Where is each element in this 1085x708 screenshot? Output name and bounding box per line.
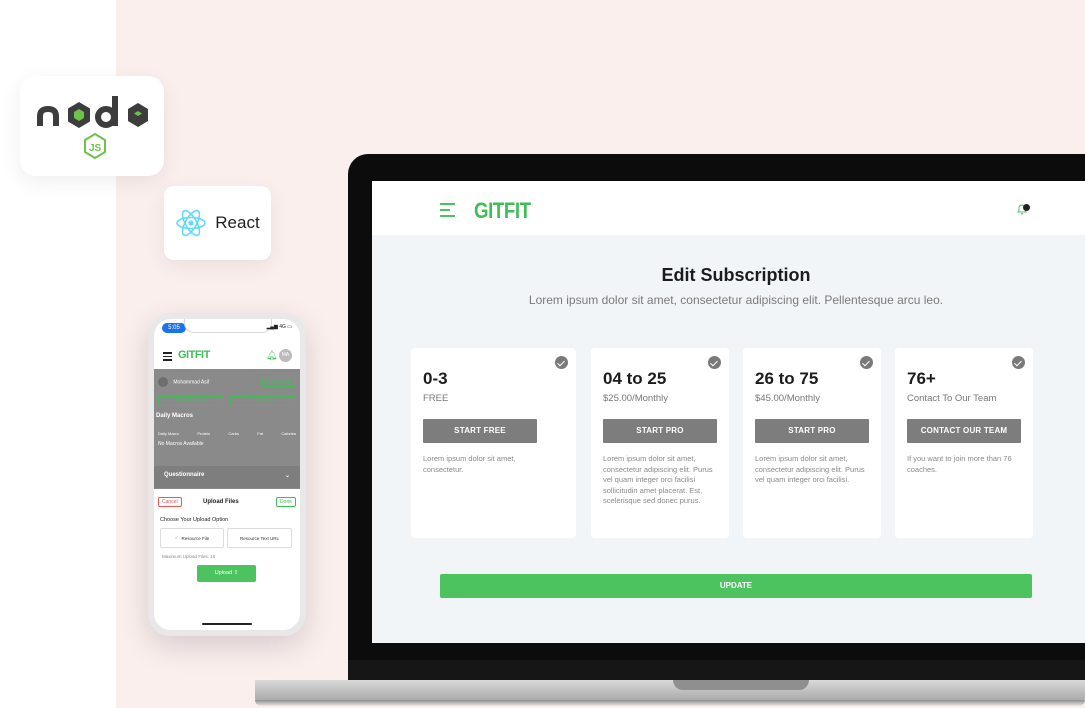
- plan-description: Lorem ipsum dolor sit amet, consectetur …: [603, 454, 713, 505]
- phone-brand-logo: GITFIT: [178, 349, 210, 361]
- plan-price: FREE: [423, 393, 449, 404]
- phone-done-button[interactable]: Done: [276, 497, 296, 507]
- plan-card-76-plus[interactable]: 76+ Contact To Our Team CONTACT OUR TEAM…: [895, 348, 1033, 538]
- phone-upload-button[interactable]: Upload ⇪: [197, 565, 256, 582]
- laptop-base: [255, 680, 1085, 702]
- nodejs-logo: JS: [37, 96, 148, 160]
- app-header: GITFIT: [372, 181, 1085, 235]
- plan-card-04-25[interactable]: 04 to 25 $25.00/Monthly START PRO Lorem …: [591, 348, 729, 538]
- phone-user-row: Mohammad Asif ✉ Message: [158, 377, 296, 387]
- plan-name: 26 to 75: [755, 369, 819, 388]
- phone-macro-empty: No Macros Available: [158, 441, 204, 447]
- brand-logo: GITFIT: [474, 198, 531, 223]
- plan-price: Contact To Our Team: [907, 393, 997, 404]
- page-title: Edit Subscription: [661, 265, 811, 285]
- phone-tabs: Daily Nutrition Checkins: [158, 396, 296, 406]
- phone-choose-label: Choose Your Upload Option: [160, 517, 229, 523]
- plan-description: Lorem ipsum dolor sit amet, consectetur.: [423, 454, 516, 474]
- plan-name: 76+: [907, 369, 936, 388]
- phone-avatar[interactable]: MA: [279, 349, 292, 362]
- phone-max-files: Maximum Upload Files: 10: [162, 554, 216, 559]
- page-subtitle: Lorem ipsum dolor sit amet, consectetur …: [528, 293, 944, 307]
- nodejs-logo-card: JS: [20, 76, 164, 176]
- phone-sheet-header: Cancel Upload Files Done: [158, 497, 296, 509]
- start-pro-button[interactable]: START PRO: [603, 419, 717, 443]
- phone-sheet-title: Upload Files: [203, 499, 239, 505]
- hamburger-menu-icon[interactable]: [440, 203, 455, 221]
- phone-macro-headers: Daily Macro Protein Carbs Fat Calories: [158, 431, 296, 436]
- phone-time: 5:05: [162, 323, 186, 333]
- react-label: React: [215, 213, 260, 232]
- phone-option-resource-file[interactable]: ✓ Resource File: [160, 528, 224, 548]
- phone-mockup: 5:05 ▂▄▆ 4G ▭ GITFIT 🔔︎ MA Mohammad Asif…: [148, 313, 306, 636]
- contact-team-button[interactable]: CONTACT OUR TEAM: [907, 419, 1021, 443]
- plan-description: If you want to join more than 76 coaches…: [907, 454, 1012, 474]
- phone-section-title: Daily Macros: [156, 413, 194, 419]
- phone-upload-sheet: Cancel Upload Files Done Choose Your Upl…: [154, 489, 300, 630]
- phone-tab-checkins[interactable]: Checkins: [230, 396, 296, 406]
- phone-macro-header: Carbs: [228, 431, 240, 436]
- plan-price: $25.00/Monthly: [603, 393, 668, 404]
- update-button[interactable]: UPDATE: [440, 574, 1032, 598]
- phone-user-name: Mohammad Asif: [173, 379, 210, 386]
- start-free-button[interactable]: START FREE: [423, 419, 537, 443]
- phone-screen: 5:05 ▂▄▆ 4G ▭ GITFIT 🔔︎ MA Mohammad Asif…: [154, 319, 300, 630]
- plan-card-26-75[interactable]: 26 to 75 $45.00/Monthly START PRO Lorem …: [743, 348, 881, 538]
- phone-bell-icon[interactable]: 🔔︎: [266, 350, 277, 361]
- phone-macro-header: Calories: [281, 431, 296, 436]
- phone-macro-header: Protein: [197, 431, 211, 436]
- phone-questionnaire-row[interactable]: Questionnaire ⌄: [154, 466, 300, 488]
- upload-icon: ⇪: [233, 570, 239, 576]
- phone-home-indicator: [202, 623, 252, 625]
- check-circle-icon: [1012, 356, 1025, 369]
- phone-message-icon: ✉: [266, 379, 271, 385]
- phone-status-bar: 5:05 ▂▄▆ 4G ▭: [154, 319, 300, 341]
- laptop-chin: [348, 660, 1085, 680]
- phone-signal: ▂▄▆ 4G ▭: [266, 324, 292, 330]
- react-logo-card: React: [164, 186, 271, 260]
- react-atom-icon: [176, 209, 207, 237]
- laptop-base-edge: [255, 700, 1085, 706]
- check-circle-icon: [860, 356, 873, 369]
- check-circle-icon: [708, 356, 721, 369]
- start-pro-button[interactable]: START PRO: [755, 419, 869, 443]
- plan-name: 04 to 25: [603, 369, 667, 388]
- plan-card-free[interactable]: 0-3 FREE START FREE Lorem ipsum dolor si…: [411, 348, 576, 538]
- phone-questionnaire-label: Questionnaire: [164, 472, 205, 478]
- laptop-screen: GITFIT Edit Subscription Lorem ipsum dol…: [372, 181, 1085, 643]
- phone-header: GITFIT 🔔︎ MA: [154, 343, 300, 369]
- phone-option-resource-url[interactable]: Resource Text URL: [227, 528, 292, 548]
- laptop-opening-notch: [673, 680, 809, 690]
- plan-description: Lorem ipsum dolor sit amet, consectetur …: [755, 454, 865, 484]
- chevron-down-icon: ⌄: [284, 473, 290, 479]
- notification-badge: [1023, 204, 1030, 211]
- phone-notch: [184, 319, 272, 333]
- phone-message-button[interactable]: ✉ Message: [262, 377, 296, 387]
- check-icon: ✓: [174, 535, 179, 540]
- phone-user-avatar: [158, 377, 168, 387]
- phone-macro-header: Fat: [257, 431, 264, 436]
- phone-cancel-button[interactable]: Cancel: [158, 497, 182, 507]
- phone-menu-icon[interactable]: [163, 352, 172, 363]
- plan-price: $45.00/Monthly: [755, 393, 820, 404]
- plan-name: 0-3: [423, 369, 448, 388]
- check-circle-icon: [555, 356, 568, 369]
- phone-tab-nutrition[interactable]: Daily Nutrition: [158, 396, 224, 406]
- svg-text:JS: JS: [89, 143, 102, 154]
- phone-macro-header: Daily Macro: [158, 431, 180, 436]
